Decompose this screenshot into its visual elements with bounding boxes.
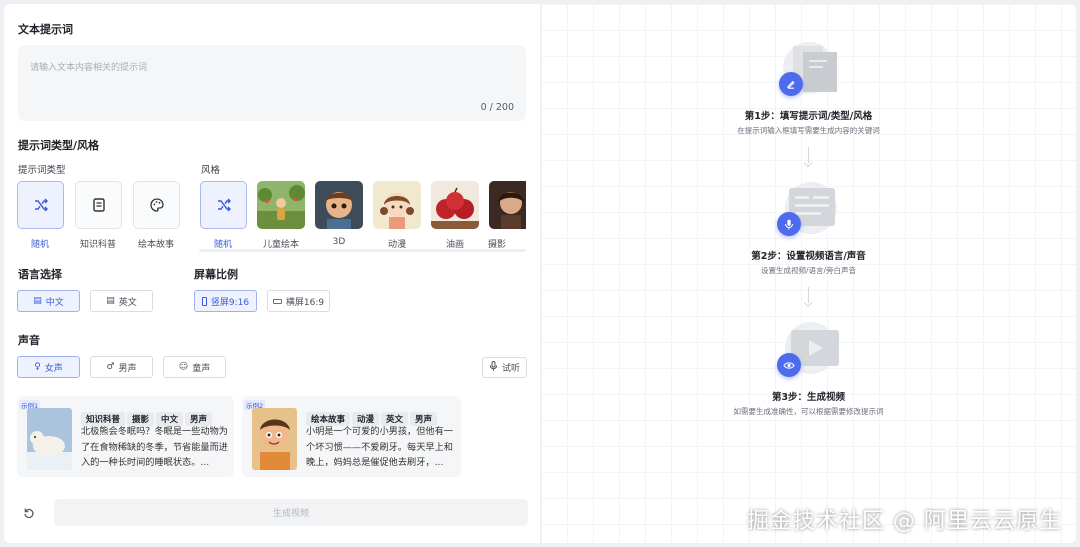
3d-boy-thumbnail[interactable] [315, 181, 363, 229]
step-1-subtitle: 在提示词输入框填写需要生成内容的关键词 [737, 126, 880, 135]
language-option-chinese[interactable]: ▤ 中文 [17, 290, 80, 312]
female-icon: ♀ [34, 362, 41, 372]
step-arrow [808, 147, 809, 163]
app-window: 文本提示词 请输入文本内容相关的提示词 0 / 200 提示词类型/风格 提示词… [4, 4, 1076, 543]
settings-panel: 文本提示词 请输入文本内容相关的提示词 0 / 200 提示词类型/风格 提示词… [4, 4, 540, 543]
style-label-3d: 3D [332, 237, 346, 247]
listen-button[interactable]: 试听 [482, 357, 527, 378]
step-1-illustration [779, 42, 841, 98]
voice-option-child[interactable]: ☺ 童声 [163, 356, 226, 378]
voice-section-title: 声音 [18, 334, 40, 347]
example-card-2[interactable]: 示例2 绘本故事 动漫 英文 男声 小明是一个可爱的小男孩，但他有一个坏习惯——不爱刷… [242, 396, 461, 477]
generate-video-button[interactable]: 生成视频 [54, 499, 528, 526]
step-2-illustration [777, 180, 845, 238]
type-label-story: 绘本故事 [137, 240, 174, 250]
guide-panel: 第1步：填写提示词/类型/风格 在提示词输入框填写需要生成内容的关键词 第2步：… [541, 4, 1076, 543]
language-section-title: 语言选择 [18, 268, 62, 281]
children-picture-book-thumbnail[interactable] [257, 181, 305, 229]
male-icon: ♂ [106, 362, 115, 372]
step-3-subtitle: 如需要生成准确性，可以根据需要修改提示词 [733, 407, 884, 416]
prompt-section-title: 文本提示词 [18, 23, 73, 36]
oil-painting-apples-thumbnail[interactable] [431, 181, 479, 229]
cartoon-boy-thumbnail [252, 408, 297, 470]
style-label: 风格 [201, 165, 221, 176]
text-icon: ▤ [33, 296, 42, 306]
style-scrollbar[interactable] [199, 249, 526, 252]
type-label-science: 知识科普 [79, 240, 116, 250]
type-option-random[interactable] [17, 181, 64, 229]
microphone-icon [777, 212, 801, 236]
example-text: 小明是一个可爱的小男孩，但他有一个坏习惯——不爱刷牙。每天早上和晚上，妈妈总是催… [306, 426, 453, 468]
reset-icon[interactable] [18, 502, 40, 524]
step-arrow [808, 287, 809, 303]
prompt-type-label: 提示词类型 [18, 165, 66, 176]
step-3-title: 第3步：生成视频 [771, 392, 846, 403]
step-2-title: 第2步：设置视频语言/声音 [751, 251, 866, 262]
portrait-icon [201, 296, 207, 306]
style-option-random[interactable] [200, 181, 247, 229]
text-icon: ▤ [106, 296, 115, 306]
example-text: 北极熊会冬眠吗？冬眠是一些动物为了在食物稀缺的冬季，节省能量而进入的一种长时间的… [81, 426, 228, 468]
prompt-placeholder: 请输入文本内容相关的提示词 [30, 63, 148, 73]
step-1-title: 第1步：填写提示词/类型/风格 [744, 111, 873, 122]
ratio-section-title: 屏幕比例 [194, 268, 238, 281]
voice-option-male[interactable]: ♂ 男声 [90, 356, 153, 378]
type-label-random: 随机 [30, 240, 49, 250]
prompt-char-counter: 0 / 200 [480, 102, 514, 113]
child-icon: ☺ [178, 362, 189, 372]
ratio-option-portrait[interactable]: 竖屏9:16 [194, 290, 257, 312]
ratio-option-landscape[interactable]: 横屏16:9 [267, 290, 330, 312]
anime-girl-thumbnail[interactable] [373, 181, 421, 229]
palette-icon [133, 181, 180, 229]
step-3-illustration [777, 320, 845, 378]
example-card-1[interactable]: 示例1 知识科普 摄影 中文 男声 北极熊会冬眠吗？冬眠是一些动物为了在食物稀缺的冬季… [17, 396, 234, 477]
language-option-english[interactable]: ▤ 英文 [90, 290, 153, 312]
prompt-input[interactable]: 请输入文本内容相关的提示词 0 / 200 [18, 45, 526, 121]
shuffle-icon [17, 181, 64, 229]
step-2-subtitle: 设置生成视频/语言/旁白声音 [760, 266, 857, 275]
type-option-story[interactable] [133, 181, 180, 229]
prompt-style-section-title: 提示词类型/风格 [18, 139, 100, 152]
watermark: 掘金技术社区 @ 阿里云云原生 [747, 509, 1062, 534]
polar-bear-thumbnail [27, 408, 72, 470]
pen-icon [779, 72, 803, 96]
voice-option-female[interactable]: ♀ 女声 [17, 356, 80, 378]
eye-icon [777, 353, 801, 377]
photo-girl-thumbnail[interactable] [489, 181, 526, 229]
shuffle-icon [200, 181, 247, 229]
landscape-icon [272, 298, 282, 304]
type-option-science[interactable] [75, 181, 122, 229]
document-icon [75, 181, 122, 229]
microphone-icon [489, 361, 498, 374]
